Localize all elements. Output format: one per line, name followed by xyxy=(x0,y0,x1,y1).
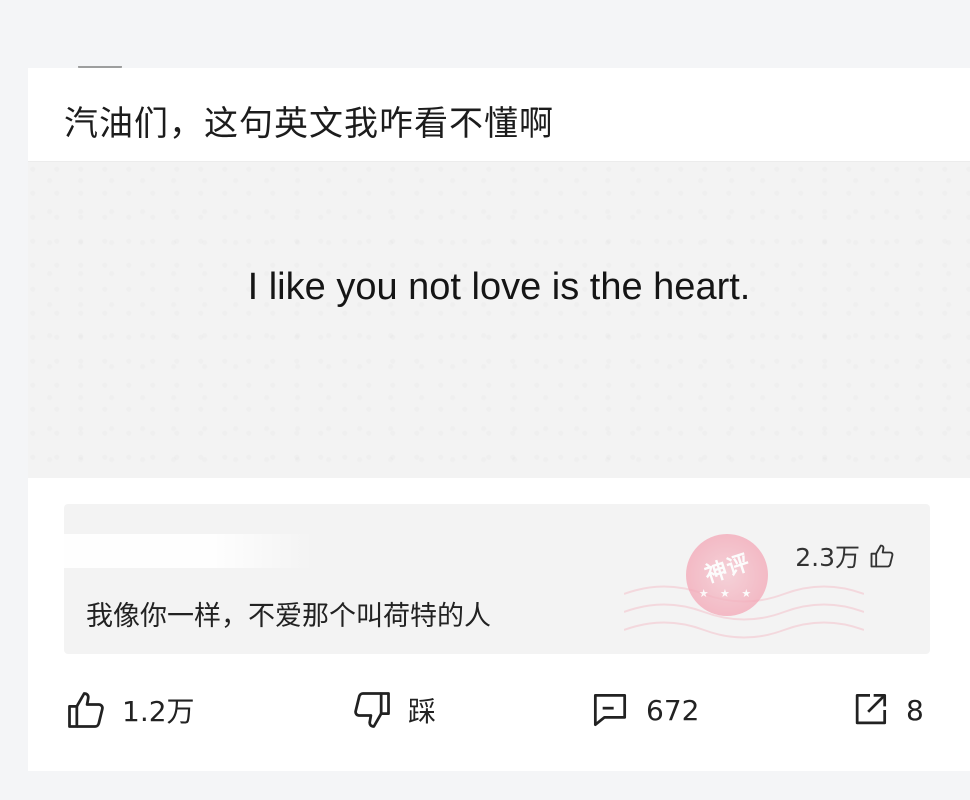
top-comment[interactable]: 神评 ★ ★ ★ 2.3万 我像你一样，不爱那个叫荷特的人 xyxy=(64,504,930,654)
thumbs-down-icon xyxy=(354,692,390,728)
share-arrow-icon xyxy=(855,693,887,725)
badge-label: 神评 xyxy=(702,549,754,588)
share-count: 8 xyxy=(906,693,924,727)
share-button[interactable]: 8 xyxy=(848,682,924,738)
dislike-label: 踩 xyxy=(408,695,437,728)
next-post-edge xyxy=(28,771,970,800)
thumbs-up-icon xyxy=(870,544,894,568)
top-comment-text: 我像你一样，不爱那个叫荷特的人 xyxy=(86,601,491,632)
comment-author-redacted xyxy=(64,534,314,568)
thumbs-up-icon xyxy=(68,692,104,728)
action-bar: 1.2万 踩 672 8 xyxy=(64,682,930,738)
dislike-button[interactable]: 踩 xyxy=(350,682,436,738)
like-button[interactable]: 1.2万 xyxy=(64,682,195,738)
comment-count: 672 xyxy=(646,693,700,727)
comment-bubble-icon xyxy=(593,693,627,727)
image-caption-text: I like you not love is the heart. xyxy=(247,266,751,308)
page: 汽油们，这句英文我咋看不懂啊 I like you not love is th… xyxy=(0,0,970,800)
badge-stars: ★ ★ ★ xyxy=(698,586,756,600)
post-title[interactable]: 汽油们，这句英文我咋看不懂啊 xyxy=(64,96,554,145)
like-count: 1.2万 xyxy=(122,695,195,728)
comment-button[interactable]: 672 xyxy=(588,682,699,738)
top-comment-badge: 神评 ★ ★ ★ xyxy=(686,534,768,616)
comment-like-button[interactable]: 2.3万 xyxy=(795,538,896,574)
post-image[interactable]: I like you not love is the heart. xyxy=(28,162,970,478)
comment-like-count: 2.3万 xyxy=(795,543,860,572)
